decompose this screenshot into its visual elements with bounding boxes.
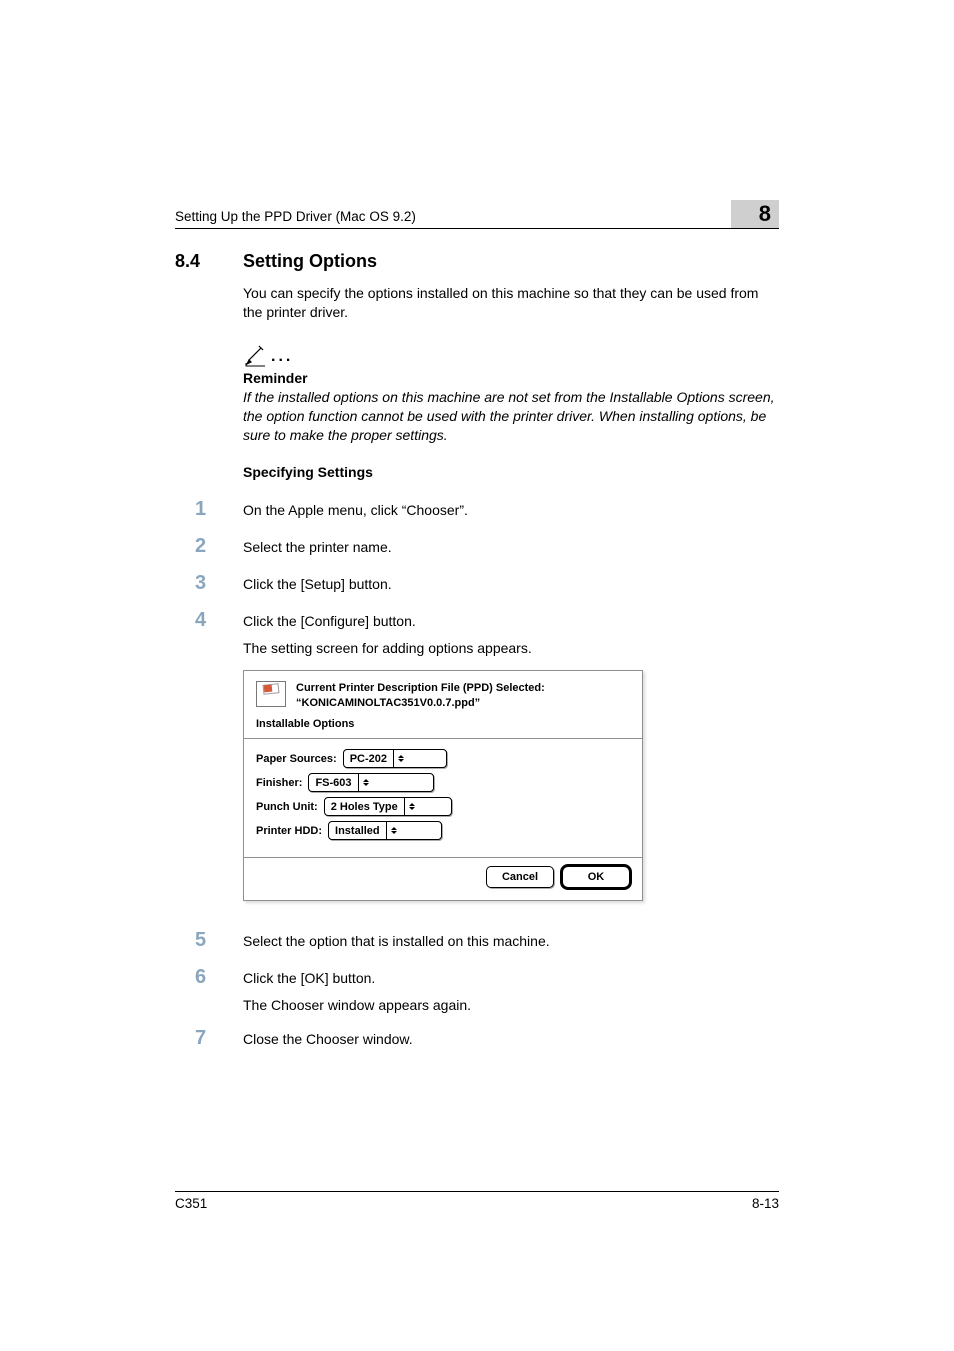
step-5: 5 Select the option that is installed on… bbox=[175, 929, 779, 952]
dialog-title: Current Printer Description File (PPD) S… bbox=[296, 681, 545, 710]
option-label: Paper Sources: bbox=[256, 753, 337, 765]
option-label: Printer HDD: bbox=[256, 825, 322, 837]
step-text: Click the [Setup] button. bbox=[243, 575, 392, 594]
step-text: Close the Chooser window. bbox=[243, 1030, 413, 1049]
option-punch-unit: Punch Unit: 2 Holes Type bbox=[256, 797, 630, 816]
finisher-popup[interactable]: FS-603 bbox=[308, 773, 434, 792]
step-number: 3 bbox=[175, 572, 243, 595]
dialog-buttons: Cancel OK bbox=[244, 858, 642, 900]
page: Setting Up the PPD Driver (Mac OS 9.2) 8… bbox=[0, 0, 954, 1351]
popup-value: Installed bbox=[335, 825, 386, 837]
punch-unit-popup[interactable]: 2 Holes Type bbox=[324, 797, 452, 816]
step-number: 2 bbox=[175, 535, 243, 558]
chevron-updown-icon bbox=[404, 798, 419, 815]
step-1: 1 On the Apple menu, click “Chooser”. bbox=[175, 498, 779, 521]
chevron-updown-icon bbox=[386, 822, 401, 839]
option-label: Punch Unit: bbox=[256, 801, 318, 813]
step-3: 3 Click the [Setup] button. bbox=[175, 572, 779, 595]
step-2: 2 Select the printer name. bbox=[175, 535, 779, 558]
section-heading: 8.4 Setting Options bbox=[175, 251, 779, 272]
reminder-icon: ... bbox=[243, 342, 779, 368]
paper-sources-popup[interactable]: PC-202 bbox=[343, 749, 447, 768]
page-footer: C351 8-13 bbox=[175, 1191, 779, 1211]
installable-options-dialog: Current Printer Description File (PPD) S… bbox=[243, 670, 643, 901]
ok-button[interactable]: OK bbox=[562, 866, 630, 888]
step-text: Select the printer name. bbox=[243, 538, 392, 557]
step-4-follow: The setting screen for adding options ap… bbox=[243, 640, 779, 656]
step-number: 6 bbox=[175, 966, 243, 989]
chevron-updown-icon bbox=[393, 750, 408, 767]
section-intro: You can specify the options installed on… bbox=[243, 284, 779, 322]
step-number: 4 bbox=[175, 609, 243, 632]
popup-value: FS-603 bbox=[315, 777, 357, 789]
chapter-number-box: 8 bbox=[731, 200, 779, 228]
dialog-header: Current Printer Description File (PPD) S… bbox=[244, 671, 642, 739]
step-text: On the Apple menu, click “Chooser”. bbox=[243, 501, 468, 520]
step-number: 1 bbox=[175, 498, 243, 521]
section-number: 8.4 bbox=[175, 251, 243, 272]
running-title: Setting Up the PPD Driver (Mac OS 9.2) bbox=[175, 209, 416, 224]
printer-hdd-popup[interactable]: Installed bbox=[328, 821, 442, 840]
option-paper-sources: Paper Sources: PC-202 bbox=[256, 749, 630, 768]
dialog-title-line2: “KONICAMINOLTAC351V0.0.7.ppd” bbox=[296, 696, 545, 710]
dialog-title-line1: Current Printer Description File (PPD) S… bbox=[296, 681, 545, 695]
page-header: Setting Up the PPD Driver (Mac OS 9.2) 8 bbox=[175, 200, 779, 229]
chevron-updown-icon bbox=[358, 774, 373, 791]
dialog-options: Paper Sources: PC-202 Finisher: FS-603 P… bbox=[244, 739, 642, 858]
step-number: 7 bbox=[175, 1027, 243, 1050]
section-title: Setting Options bbox=[243, 251, 377, 272]
subheading: Specifying Settings bbox=[243, 464, 779, 480]
step-6-follow: The Chooser window appears again. bbox=[243, 997, 779, 1013]
step-text: Select the option that is installed on t… bbox=[243, 932, 550, 951]
reminder-body: If the installed options on this machine… bbox=[243, 388, 779, 445]
step-6: 6 Click the [OK] button. bbox=[175, 966, 779, 989]
footer-page-number: 8-13 bbox=[752, 1196, 779, 1211]
popup-value: PC-202 bbox=[350, 753, 393, 765]
step-text: Click the [Configure] button. bbox=[243, 612, 416, 631]
option-finisher: Finisher: FS-603 bbox=[256, 773, 630, 792]
step-number: 5 bbox=[175, 929, 243, 952]
reminder-label: Reminder bbox=[243, 370, 779, 386]
step-4: 4 Click the [Configure] button. bbox=[175, 609, 779, 632]
step-text: Click the [OK] button. bbox=[243, 969, 375, 988]
popup-value: 2 Holes Type bbox=[331, 801, 404, 813]
dialog-section-label: Installable Options bbox=[256, 718, 630, 730]
cancel-button[interactable]: Cancel bbox=[486, 866, 554, 888]
ellipsis-icon: ... bbox=[271, 348, 293, 368]
step-7: 7 Close the Chooser window. bbox=[175, 1027, 779, 1050]
option-printer-hdd: Printer HDD: Installed bbox=[256, 821, 630, 840]
option-label: Finisher: bbox=[256, 777, 302, 789]
dialog-screenshot: Current Printer Description File (PPD) S… bbox=[243, 670, 779, 901]
footer-model: C351 bbox=[175, 1196, 207, 1211]
printer-icon bbox=[256, 681, 286, 707]
chapter-number: 8 bbox=[759, 201, 771, 227]
